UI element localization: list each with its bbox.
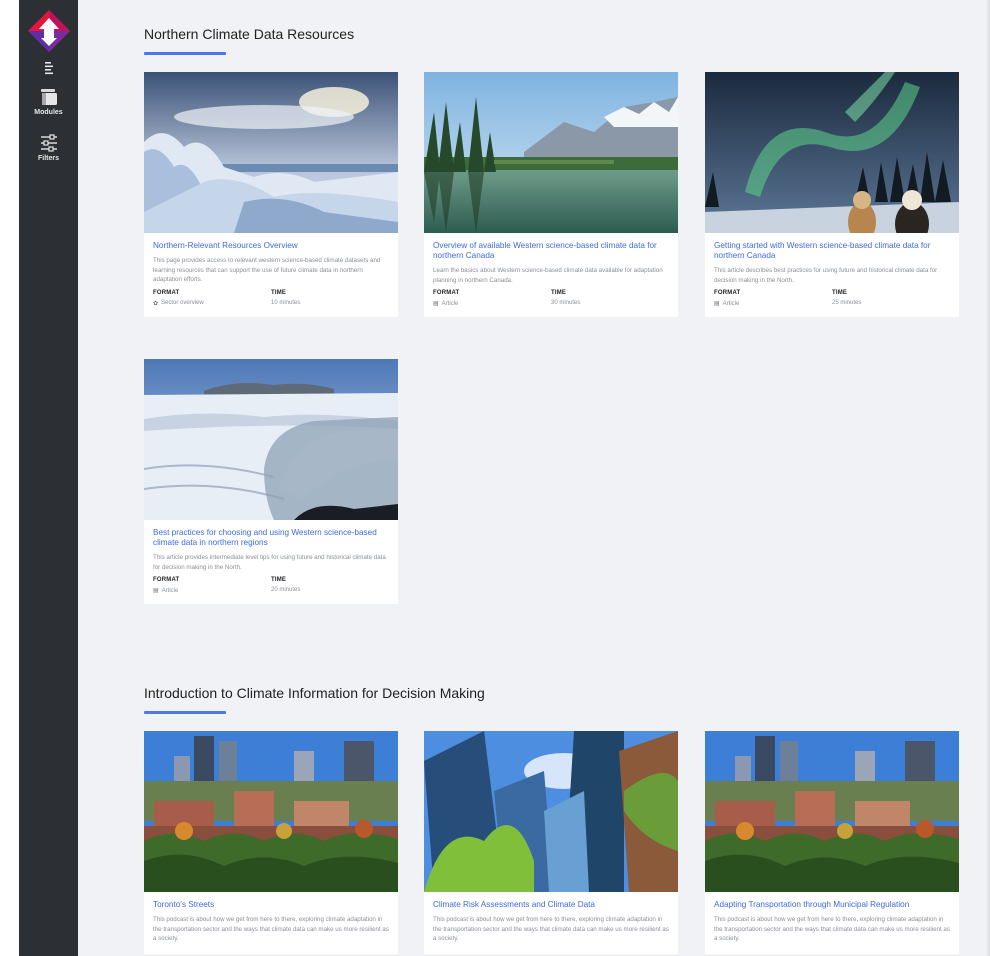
card-description: This podcast is about how we get from he… <box>433 916 669 942</box>
card-image-aurora <box>705 72 959 233</box>
card-title[interactable]: Toronto's Streets <box>153 900 389 910</box>
card-description: This podcast is about how we get from he… <box>714 916 950 942</box>
time-value: 25 minutes <box>832 300 862 306</box>
format-value: Article <box>441 300 459 307</box>
section-title: Northern Climate Data Resources <box>144 26 355 42</box>
format-label: FORMAT <box>153 289 180 296</box>
sidebar-item-modules[interactable]: Modules <box>19 88 78 116</box>
title-underline <box>144 52 226 55</box>
time-label: TIME <box>551 290 567 296</box>
card-image-city-skyline <box>705 731 959 892</box>
card-title[interactable]: Best practices for choosing and using We… <box>153 528 389 548</box>
card-description: This article provides intermediate level… <box>153 554 386 571</box>
card-description: This article describes best practices fo… <box>714 267 938 284</box>
time-value: 10 minutes <box>271 299 301 306</box>
time-label: TIME <box>271 289 287 296</box>
card-description: This podcast is about how we get from he… <box>153 916 389 942</box>
app-logo[interactable] <box>26 8 72 54</box>
format-value: Article <box>722 300 740 307</box>
gear-icon: ✿ <box>153 300 159 307</box>
card-image-city-skyline <box>144 731 398 892</box>
sidebar-item-label: Modules <box>34 109 63 116</box>
card-description: This page provides access to relevant we… <box>153 257 381 283</box>
resource-card[interactable]: Climate Risk Assessments and Climate Dat… <box>424 731 678 954</box>
card-image-mountain-lake <box>424 72 678 233</box>
format-label: FORMAT <box>714 290 741 296</box>
card-image-snowmobile <box>144 359 398 520</box>
card-title[interactable]: Overview of available Western science-ba… <box>433 241 669 261</box>
section-northern-climate: Northern Climate Data Resources <box>144 26 964 55</box>
modules-icon <box>40 89 57 105</box>
section-title: Introduction to Climate Information for … <box>144 685 485 701</box>
format-value: Sector overview <box>161 300 204 306</box>
resource-card[interactable]: Toronto's Streets This podcast is about … <box>144 731 398 954</box>
format-value: Article <box>161 587 179 594</box>
card-title[interactable]: Climate Risk Assessments and Climate Dat… <box>433 900 669 910</box>
title-underline <box>144 711 226 714</box>
window-edge <box>0 0 19 956</box>
time-value: 30 minutes <box>551 300 581 306</box>
resource-card[interactable]: Northern-Relevant Resources Overview Thi… <box>144 72 398 317</box>
sidebar-item-label: Filters <box>37 155 59 162</box>
section-intro-climate-info: Introduction to Climate Information for … <box>144 685 964 714</box>
menu-icon[interactable] <box>41 60 57 76</box>
resource-card[interactable]: Adapting Transportation through Municipa… <box>705 731 959 954</box>
article-icon: ▤ <box>433 301 439 307</box>
format-label: FORMAT <box>433 290 460 296</box>
resource-card[interactable]: Overview of available Western science-ba… <box>424 72 678 317</box>
card-title[interactable]: Getting started with Western science-bas… <box>714 241 950 261</box>
article-icon: ▤ <box>714 301 720 307</box>
card-title[interactable]: Northern-Relevant Resources Overview <box>153 241 389 251</box>
resource-card[interactable]: Best practices for choosing and using We… <box>144 359 398 604</box>
format-label: FORMAT <box>153 577 180 583</box>
sidebar: Modules Filters <box>19 0 78 956</box>
time-value: 20 minutes <box>271 587 301 593</box>
card-title[interactable]: Adapting Transportation through Municipa… <box>714 900 950 910</box>
resource-card[interactable]: Getting started with Western science-bas… <box>705 72 959 317</box>
time-label: TIME <box>271 577 287 583</box>
card-image-sea-ice <box>144 72 398 233</box>
time-label: TIME <box>832 290 848 296</box>
article-icon: ▤ <box>153 588 159 594</box>
main-content: Northern Climate Data Resources Northern… <box>78 0 990 956</box>
sidebar-item-filters[interactable]: Filters <box>19 134 78 162</box>
filters-icon <box>40 134 57 152</box>
card-description: Learn the basics about Western science-b… <box>433 267 663 284</box>
card-image-glass-towers <box>424 731 678 892</box>
